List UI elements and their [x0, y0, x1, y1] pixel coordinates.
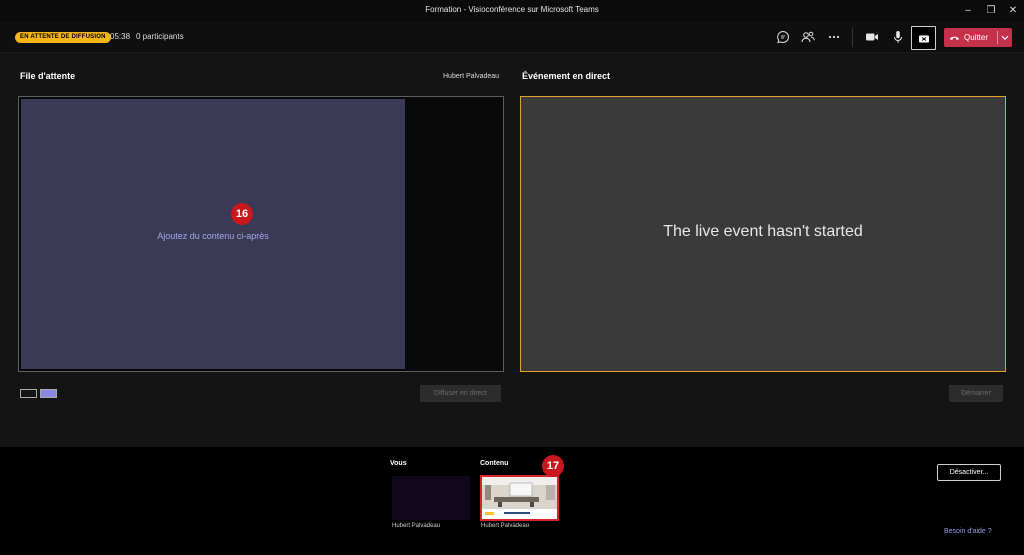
content-owner-name: Hubert Palvadeau: [481, 523, 530, 529]
content-label: Contenu: [480, 460, 509, 467]
live-event-preview: The live event hasn't started: [520, 96, 1006, 372]
broadcast-button[interactable]: Diffuser en direct: [420, 385, 501, 402]
live-status-message: The live event hasn't started: [663, 223, 863, 240]
content-preview-image: [482, 477, 557, 519]
minimize-icon[interactable]: –: [960, 3, 976, 19]
queue-title: File d'attente: [20, 71, 76, 81]
presenter-name: Hubert Palvadeau: [443, 73, 500, 80]
step-marker-16: 16: [231, 203, 253, 225]
window-title: Formation - Visioconférence sur Microsof…: [425, 5, 599, 14]
participants-icon[interactable]: [800, 29, 816, 45]
layout-single-button[interactable]: [20, 389, 37, 398]
meeting-toolbar: EN ATTENTE DE DIFFUSION 05:38 0 particip…: [0, 22, 1024, 53]
you-label: Vous: [390, 460, 407, 467]
more-options-icon[interactable]: [826, 29, 842, 45]
layout-side-by-side-button[interactable]: [40, 389, 57, 398]
add-content-hint: Ajoutez du contenu ci-après: [157, 231, 269, 241]
content-thumbnail[interactable]: [480, 475, 559, 521]
status-badge: EN ATTENTE DE DIFFUSION: [15, 32, 111, 43]
participant-video-thumbnail[interactable]: [392, 476, 470, 520]
meeting-timer: 05:38: [110, 32, 131, 41]
quit-button[interactable]: Quitter: [944, 28, 1012, 47]
participant-count: 0 participants: [136, 32, 184, 41]
hang-up-icon: [950, 36, 959, 40]
chevron-down-icon[interactable]: [1001, 35, 1009, 41]
help-link[interactable]: Besoin d'aide ?: [944, 528, 992, 535]
close-icon[interactable]: ✕: [1005, 3, 1021, 19]
live-event-title: Événement en direct: [522, 71, 611, 81]
title-bar: Formation - Visioconférence sur Microsof…: [0, 0, 1024, 22]
deactivate-button[interactable]: Désactiver...: [937, 464, 1001, 481]
queue-content-area[interactable]: Ajoutez du contenu ci-après: [21, 99, 405, 369]
participant-name: Hubert Palvadeau: [392, 523, 441, 529]
camera-icon[interactable]: [864, 29, 880, 45]
producer-view: File d'attente Hubert Palvadeau Événemen…: [0, 53, 1024, 447]
queue-preview[interactable]: Ajoutez du contenu ci-après: [18, 96, 504, 372]
toolbar-divider: [852, 28, 853, 47]
restore-icon[interactable]: ❐: [983, 3, 999, 19]
start-button[interactable]: Démarrer: [949, 385, 1003, 402]
quit-divider: [997, 31, 998, 44]
quit-label: Quitter: [964, 33, 989, 42]
chat-icon[interactable]: [775, 29, 791, 45]
microphone-icon[interactable]: [890, 29, 906, 45]
step-marker-17: 17: [542, 455, 564, 477]
share-tray-button[interactable]: [911, 26, 936, 50]
share-screen-icon: [919, 35, 929, 43]
sources-bar: Vous Contenu Hubert Palvadeau Hubert Pal…: [0, 447, 1024, 555]
